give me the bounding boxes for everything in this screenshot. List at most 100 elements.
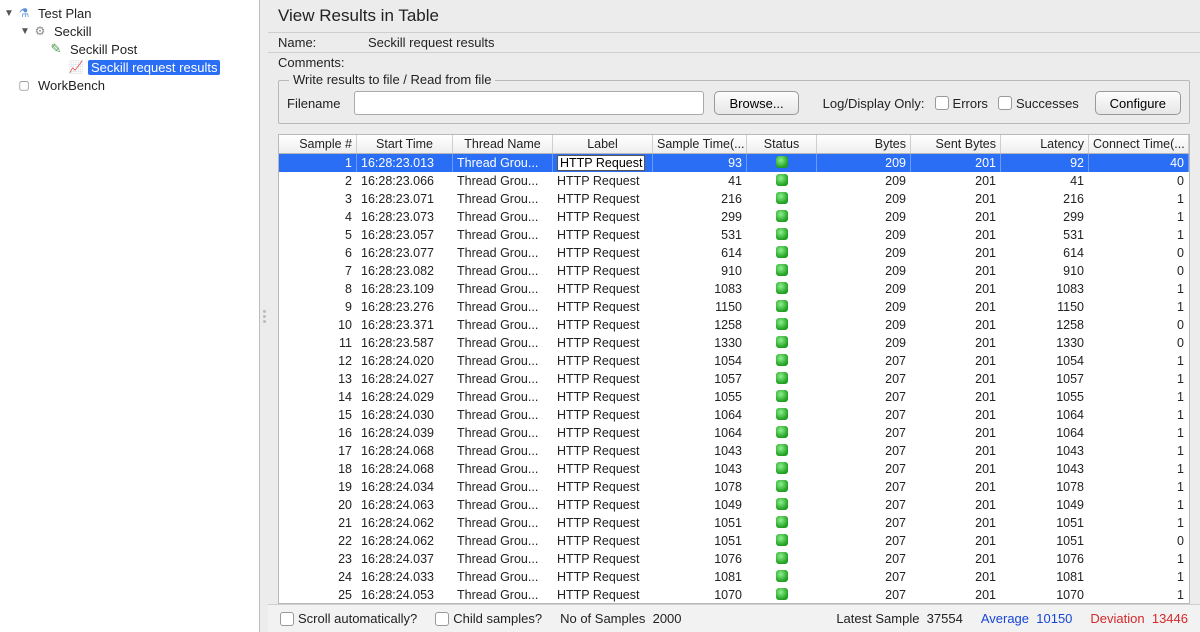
table-row[interactable]: 1516:28:24.030Thread Grou...HTTP Request… xyxy=(279,406,1189,424)
cell-sample: 12 xyxy=(279,352,357,370)
tree-panel[interactable]: ▼ Test Plan ▼ Seckill Seckill Post Secki… xyxy=(0,0,260,632)
table-row[interactable]: 1216:28:24.020Thread Grou...HTTP Request… xyxy=(279,352,1189,370)
cell-thread: Thread Grou... xyxy=(453,334,553,352)
cell-label: HTTP Request xyxy=(553,442,653,460)
pane-splitter[interactable] xyxy=(260,0,268,632)
cell-start: 16:28:24.062 xyxy=(357,532,453,550)
cell-sample-time: 299 xyxy=(653,208,747,226)
table-row[interactable]: 1716:28:24.068Thread Grou...HTTP Request… xyxy=(279,442,1189,460)
status-ok-icon xyxy=(776,210,788,222)
status-ok-icon xyxy=(776,282,788,294)
cell-status xyxy=(747,172,817,190)
table-row[interactable]: 416:28:23.073Thread Grou...HTTP Request2… xyxy=(279,208,1189,226)
status-ok-icon xyxy=(776,156,788,168)
table-row[interactable]: 1016:28:23.371Thread Grou...HTTP Request… xyxy=(279,316,1189,334)
status-ok-icon xyxy=(776,426,788,438)
child-samples-checkbox[interactable]: Child samples? xyxy=(435,611,542,626)
table-row[interactable]: 1616:28:24.039Thread Grou...HTTP Request… xyxy=(279,424,1189,442)
cell-thread: Thread Grou... xyxy=(453,460,553,478)
table-row[interactable]: 916:28:23.276Thread Grou...HTTP Request1… xyxy=(279,298,1189,316)
disclosure-triangle-icon[interactable]: ▼ xyxy=(18,26,32,37)
no-of-samples: No of Samples 2000 xyxy=(560,611,681,626)
browse-button[interactable]: Browse... xyxy=(714,91,798,115)
scroll-auto-checkbox[interactable]: Scroll automatically? xyxy=(280,611,417,626)
cell-sent: 201 xyxy=(911,586,1001,603)
disclosure-triangle-icon[interactable]: ▼ xyxy=(2,8,16,19)
tree-item-workbench[interactable]: WorkBench xyxy=(0,76,259,94)
filename-input[interactable] xyxy=(354,91,704,115)
col-sample-time[interactable]: Sample Time(... xyxy=(653,135,747,153)
tree-item-seckill-post[interactable]: Seckill Post xyxy=(0,40,259,58)
table-row[interactable]: 2316:28:24.037Thread Grou...HTTP Request… xyxy=(279,550,1189,568)
cell-label: HTTP Request xyxy=(553,244,653,262)
comments-row: Comments: xyxy=(268,52,1200,72)
cell-label: HTTP Request xyxy=(553,388,653,406)
cell-status xyxy=(747,406,817,424)
cell-label: HTTP Request xyxy=(553,514,653,532)
name-row: Name: Seckill request results xyxy=(268,32,1200,52)
col-status[interactable]: Status xyxy=(747,135,817,153)
cell-sample-time: 614 xyxy=(653,244,747,262)
table-row[interactable]: 1416:28:24.029Thread Grou...HTTP Request… xyxy=(279,388,1189,406)
col-connect[interactable]: Connect Time(... xyxy=(1089,135,1189,153)
cell-label: HTTP Request xyxy=(553,262,653,280)
table-row[interactable]: 2416:28:24.033Thread Grou...HTTP Request… xyxy=(279,568,1189,586)
cell-bytes: 209 xyxy=(817,172,911,190)
scroll-auto-label: Scroll automatically? xyxy=(298,611,417,626)
col-latency[interactable]: Latency xyxy=(1001,135,1089,153)
cell-sent: 201 xyxy=(911,316,1001,334)
pen-icon xyxy=(48,41,64,57)
table-row[interactable]: 216:28:23.066Thread Grou...HTTP Request4… xyxy=(279,172,1189,190)
table-row[interactable]: 2016:28:24.063Thread Grou...HTTP Request… xyxy=(279,496,1189,514)
cell-thread: Thread Grou... xyxy=(453,190,553,208)
cell-bytes: 207 xyxy=(817,388,911,406)
cell-sent: 201 xyxy=(911,190,1001,208)
cell-status xyxy=(747,388,817,406)
cell-sample: 7 xyxy=(279,262,357,280)
cell-start: 16:28:23.066 xyxy=(357,172,453,190)
col-sent[interactable]: Sent Bytes xyxy=(911,135,1001,153)
cell-label: HTTP Request xyxy=(553,550,653,568)
table-row[interactable]: 716:28:23.082Thread Grou...HTTP Request9… xyxy=(279,262,1189,280)
tree-item-test-plan[interactable]: ▼ Test Plan xyxy=(0,4,259,22)
cell-sample: 19 xyxy=(279,478,357,496)
table-row[interactable]: 816:28:23.109Thread Grou...HTTP Request1… xyxy=(279,280,1189,298)
configure-button[interactable]: Configure xyxy=(1095,91,1181,115)
cell-sample-time: 1150 xyxy=(653,298,747,316)
table-row[interactable]: 2116:28:24.062Thread Grou...HTTP Request… xyxy=(279,514,1189,532)
col-thread[interactable]: Thread Name xyxy=(453,135,553,153)
cell-status xyxy=(747,154,817,172)
cell-start: 16:28:23.073 xyxy=(357,208,453,226)
tree-item-seckill-results[interactable]: Seckill request results xyxy=(0,58,259,76)
table-row[interactable]: 1116:28:23.587Thread Grou...HTTP Request… xyxy=(279,334,1189,352)
col-bytes[interactable]: Bytes xyxy=(817,135,911,153)
cell-sent: 201 xyxy=(911,172,1001,190)
cell-sample-time: 41 xyxy=(653,172,747,190)
cell-start: 16:28:24.034 xyxy=(357,478,453,496)
table-row[interactable]: 616:28:23.077Thread Grou...HTTP Request6… xyxy=(279,244,1189,262)
cell-label: HTTP Request xyxy=(553,226,653,244)
cell-sample-time: 910 xyxy=(653,262,747,280)
name-value[interactable]: Seckill request results xyxy=(368,35,1190,50)
table-body[interactable]: 116:28:23.013Thread Grou...HTTP Request9… xyxy=(279,154,1189,603)
col-label[interactable]: Label xyxy=(553,135,653,153)
table-row[interactable]: 1316:28:24.027Thread Grou...HTTP Request… xyxy=(279,370,1189,388)
table-row[interactable]: 516:28:23.057Thread Grou...HTTP Request5… xyxy=(279,226,1189,244)
col-start[interactable]: Start Time xyxy=(357,135,453,153)
table-row[interactable]: 2516:28:24.053Thread Grou...HTTP Request… xyxy=(279,586,1189,603)
errors-checkbox[interactable]: Errors xyxy=(935,96,988,111)
table-row[interactable]: 2216:28:24.062Thread Grou...HTTP Request… xyxy=(279,532,1189,550)
table-row[interactable]: 1816:28:24.068Thread Grou...HTTP Request… xyxy=(279,460,1189,478)
cell-thread: Thread Grou... xyxy=(453,514,553,532)
cell-sent: 201 xyxy=(911,442,1001,460)
table-row[interactable]: 116:28:23.013Thread Grou...HTTP Request9… xyxy=(279,154,1189,172)
successes-checkbox[interactable]: Successes xyxy=(998,96,1079,111)
tree-item-seckill[interactable]: ▼ Seckill xyxy=(0,22,259,40)
cell-thread: Thread Grou... xyxy=(453,154,553,172)
table-row[interactable]: 316:28:23.071Thread Grou...HTTP Request2… xyxy=(279,190,1189,208)
cell-thread: Thread Grou... xyxy=(453,244,553,262)
table-row[interactable]: 1916:28:24.034Thread Grou...HTTP Request… xyxy=(279,478,1189,496)
cell-bytes: 209 xyxy=(817,244,911,262)
col-sample[interactable]: Sample # xyxy=(279,135,357,153)
cell-bytes: 207 xyxy=(817,424,911,442)
